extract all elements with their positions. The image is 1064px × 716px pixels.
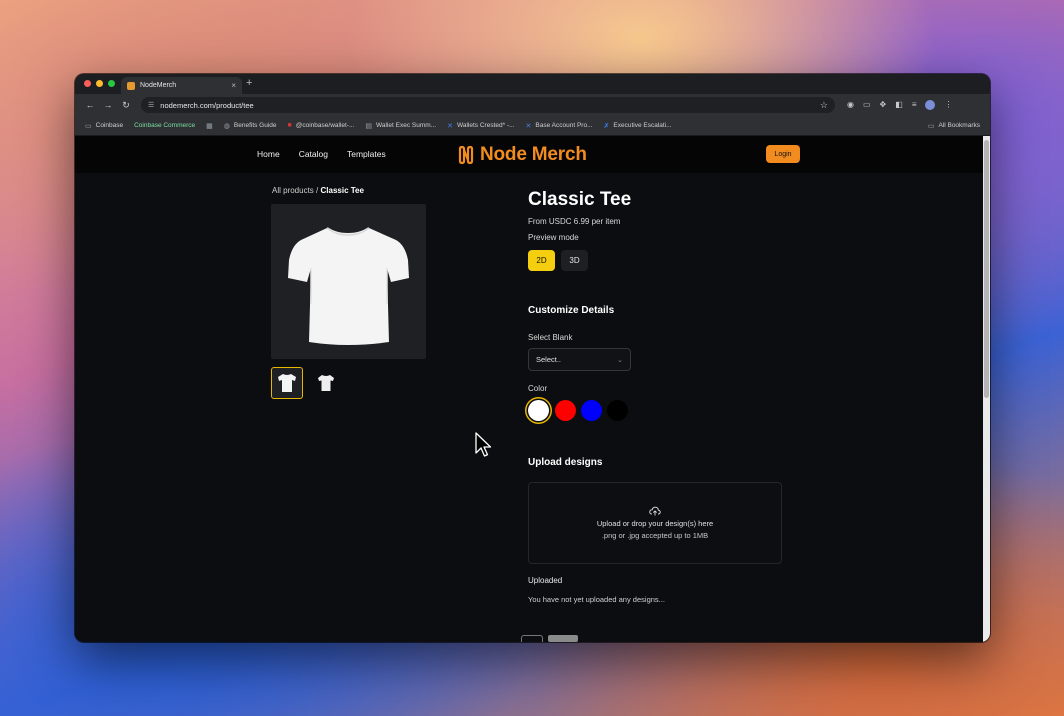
sidebar-icon[interactable]: ◧ bbox=[895, 100, 903, 110]
thumbnail-back[interactable] bbox=[310, 367, 342, 399]
tab-title: NodeMerch bbox=[140, 82, 177, 89]
chevron-down-icon: ⌄ bbox=[617, 356, 623, 364]
select-blank-label: Select Blank bbox=[528, 333, 573, 342]
breadcrumb-all-products[interactable]: All products bbox=[272, 186, 314, 195]
site-nav: Home Catalog Templates bbox=[257, 149, 386, 159]
bookmark-wallet-exec-summ[interactable]: ▤ Wallet Exec Summ... bbox=[365, 122, 436, 130]
new-tab-button[interactable]: + bbox=[246, 77, 252, 89]
tshirt-front-image bbox=[288, 227, 409, 345]
tshirt-thumb-icon bbox=[278, 374, 296, 392]
globe-icon: ◍ bbox=[223, 122, 230, 130]
tshirt-thumb-icon bbox=[318, 375, 334, 391]
puzzle-icon[interactable]: ✥ bbox=[880, 100, 887, 110]
dropzone-instruction: Upload or drop your design(s) here bbox=[596, 519, 714, 528]
login-button[interactable]: Login bbox=[766, 145, 800, 163]
breadcrumb: All products / Classic Tee bbox=[272, 186, 364, 195]
tab-strip: NodeMerch × + bbox=[75, 74, 990, 94]
site-logo[interactable]: Node Merch bbox=[458, 144, 587, 166]
jira-icon: ✗ bbox=[603, 122, 610, 130]
color-swatch-red[interactable] bbox=[555, 400, 576, 421]
select-blank-dropdown[interactable]: Select.. ⌄ bbox=[528, 348, 631, 371]
tab-close-icon[interactable]: × bbox=[231, 81, 236, 90]
extension-icon[interactable]: ◉ bbox=[847, 100, 854, 110]
customize-details-heading: Customize Details bbox=[528, 305, 615, 316]
toggle-partial[interactable] bbox=[521, 635, 543, 642]
web-page: Home Catalog Templates Node Merch Login … bbox=[75, 136, 983, 642]
bookmarks-bar: ▭ Coinbase Coinbase Commerce ▦ ◍ Benefits … bbox=[75, 116, 990, 136]
bookmark-benefits-guide[interactable]: ◍ Benefits Guide bbox=[224, 122, 277, 130]
bookmark-base-account[interactable]: ✕ Base Account Pro... bbox=[526, 122, 593, 130]
toolbar-icons: ◉ ▭ ✥ ◧ ≡ ⋮ bbox=[847, 100, 952, 110]
window-controls bbox=[84, 80, 115, 87]
color-swatch-blue[interactable] bbox=[581, 400, 602, 421]
thumbnail-front[interactable] bbox=[271, 367, 303, 399]
browser-toolbar: ← → ↻ ☰ nodemerch.com/product/tee ☆ ◉ ▭ … bbox=[75, 94, 990, 116]
color-label: Color bbox=[528, 384, 548, 393]
nav-home[interactable]: Home bbox=[257, 149, 280, 159]
tab-nodemerch[interactable]: NodeMerch × bbox=[121, 77, 242, 94]
menu-kebab-icon[interactable]: ⋮ bbox=[944, 100, 952, 110]
dropzone-accepted-formats: .png or .jpg accepted up to 1MB bbox=[601, 531, 709, 540]
bookmark-coinbase[interactable]: ▭ Coinbase bbox=[85, 122, 123, 130]
url-text: nodemerch.com/product/tee bbox=[160, 100, 254, 110]
bookmark-executive-escalati[interactable]: ✗ Executive Escalati... bbox=[604, 122, 672, 130]
uploaded-label: Uploaded bbox=[528, 576, 563, 585]
profile-avatar[interactable] bbox=[925, 100, 936, 110]
favicon-icon bbox=[127, 81, 135, 90]
address-bar[interactable]: ☰ nodemerch.com/product/tee ☆ bbox=[141, 97, 835, 113]
cast-icon[interactable]: ▭ bbox=[863, 100, 871, 110]
product-title: Classic Tee bbox=[528, 189, 632, 210]
breadcrumb-current: Classic Tee bbox=[320, 186, 364, 195]
all-bookmarks[interactable]: ▭ All Bookmarks bbox=[928, 122, 980, 130]
color-swatch-white[interactable] bbox=[528, 400, 549, 421]
bookmark-wallets-crested[interactable]: ✕ Wallets Crested* -... bbox=[447, 122, 514, 130]
folder-icon: ▭ bbox=[85, 122, 92, 130]
close-window-button[interactable] bbox=[84, 80, 91, 87]
confluence-icon: ✕ bbox=[447, 122, 453, 130]
logo-mark-icon bbox=[458, 146, 474, 164]
reload-icon[interactable]: ↻ bbox=[117, 100, 135, 111]
logo-text: Node Merch bbox=[480, 144, 587, 165]
uploaded-empty-state: You have not yet uploaded any designs... bbox=[528, 595, 665, 604]
doc-icon: ▤ bbox=[365, 122, 373, 130]
partial-label bbox=[548, 635, 578, 642]
site-header: Home Catalog Templates Node Merch Login bbox=[75, 136, 983, 173]
nav-catalog[interactable]: Catalog bbox=[299, 149, 328, 159]
bookmark-coinbase-wallet[interactable]: ■ @coinbase/wallet-... bbox=[288, 122, 355, 129]
preview-3d-button[interactable]: 3D bbox=[561, 250, 588, 271]
cloud-upload-icon bbox=[649, 506, 661, 516]
nav-templates[interactable]: Templates bbox=[347, 149, 386, 159]
tab-search-icon[interactable]: ≡ bbox=[912, 100, 917, 110]
back-icon[interactable]: ← bbox=[81, 100, 99, 110]
upload-designs-heading: Upload designs bbox=[528, 457, 603, 468]
product-main-image bbox=[271, 204, 426, 359]
breadcrumb-separator: / bbox=[316, 186, 319, 195]
mouse-cursor-icon bbox=[475, 432, 492, 457]
bookmark-coinbase-commerce[interactable]: Coinbase Commerce bbox=[134, 122, 195, 129]
preview-2d-button[interactable]: 2D bbox=[528, 250, 555, 271]
confluence-icon: ✕ bbox=[525, 122, 532, 130]
color-swatch-black[interactable] bbox=[607, 400, 628, 421]
product-price: From USDC 6.99 per item bbox=[528, 217, 621, 226]
forward-icon[interactable]: → bbox=[99, 100, 117, 110]
bookmark-star-icon[interactable]: ☆ bbox=[820, 100, 828, 111]
minimize-window-button[interactable] bbox=[96, 80, 103, 87]
folder-icon: ▭ bbox=[927, 122, 935, 130]
browser-window: NodeMerch × + ← → ↻ ☰ nodemerch.com/prod… bbox=[75, 74, 990, 642]
site-info-icon[interactable]: ☰ bbox=[148, 101, 154, 109]
zoom-window-button[interactable] bbox=[108, 80, 115, 87]
preview-mode-label: Preview mode bbox=[528, 233, 579, 242]
apps-grid-icon[interactable]: ▦ bbox=[206, 122, 213, 130]
select-blank-value: Select.. bbox=[536, 355, 562, 364]
upload-dropzone[interactable]: Upload or drop your design(s) here .png … bbox=[528, 482, 782, 564]
scrollbar-thumb[interactable] bbox=[984, 140, 989, 398]
npm-icon: ■ bbox=[287, 122, 292, 129]
page-scrollbar[interactable] bbox=[983, 136, 990, 642]
